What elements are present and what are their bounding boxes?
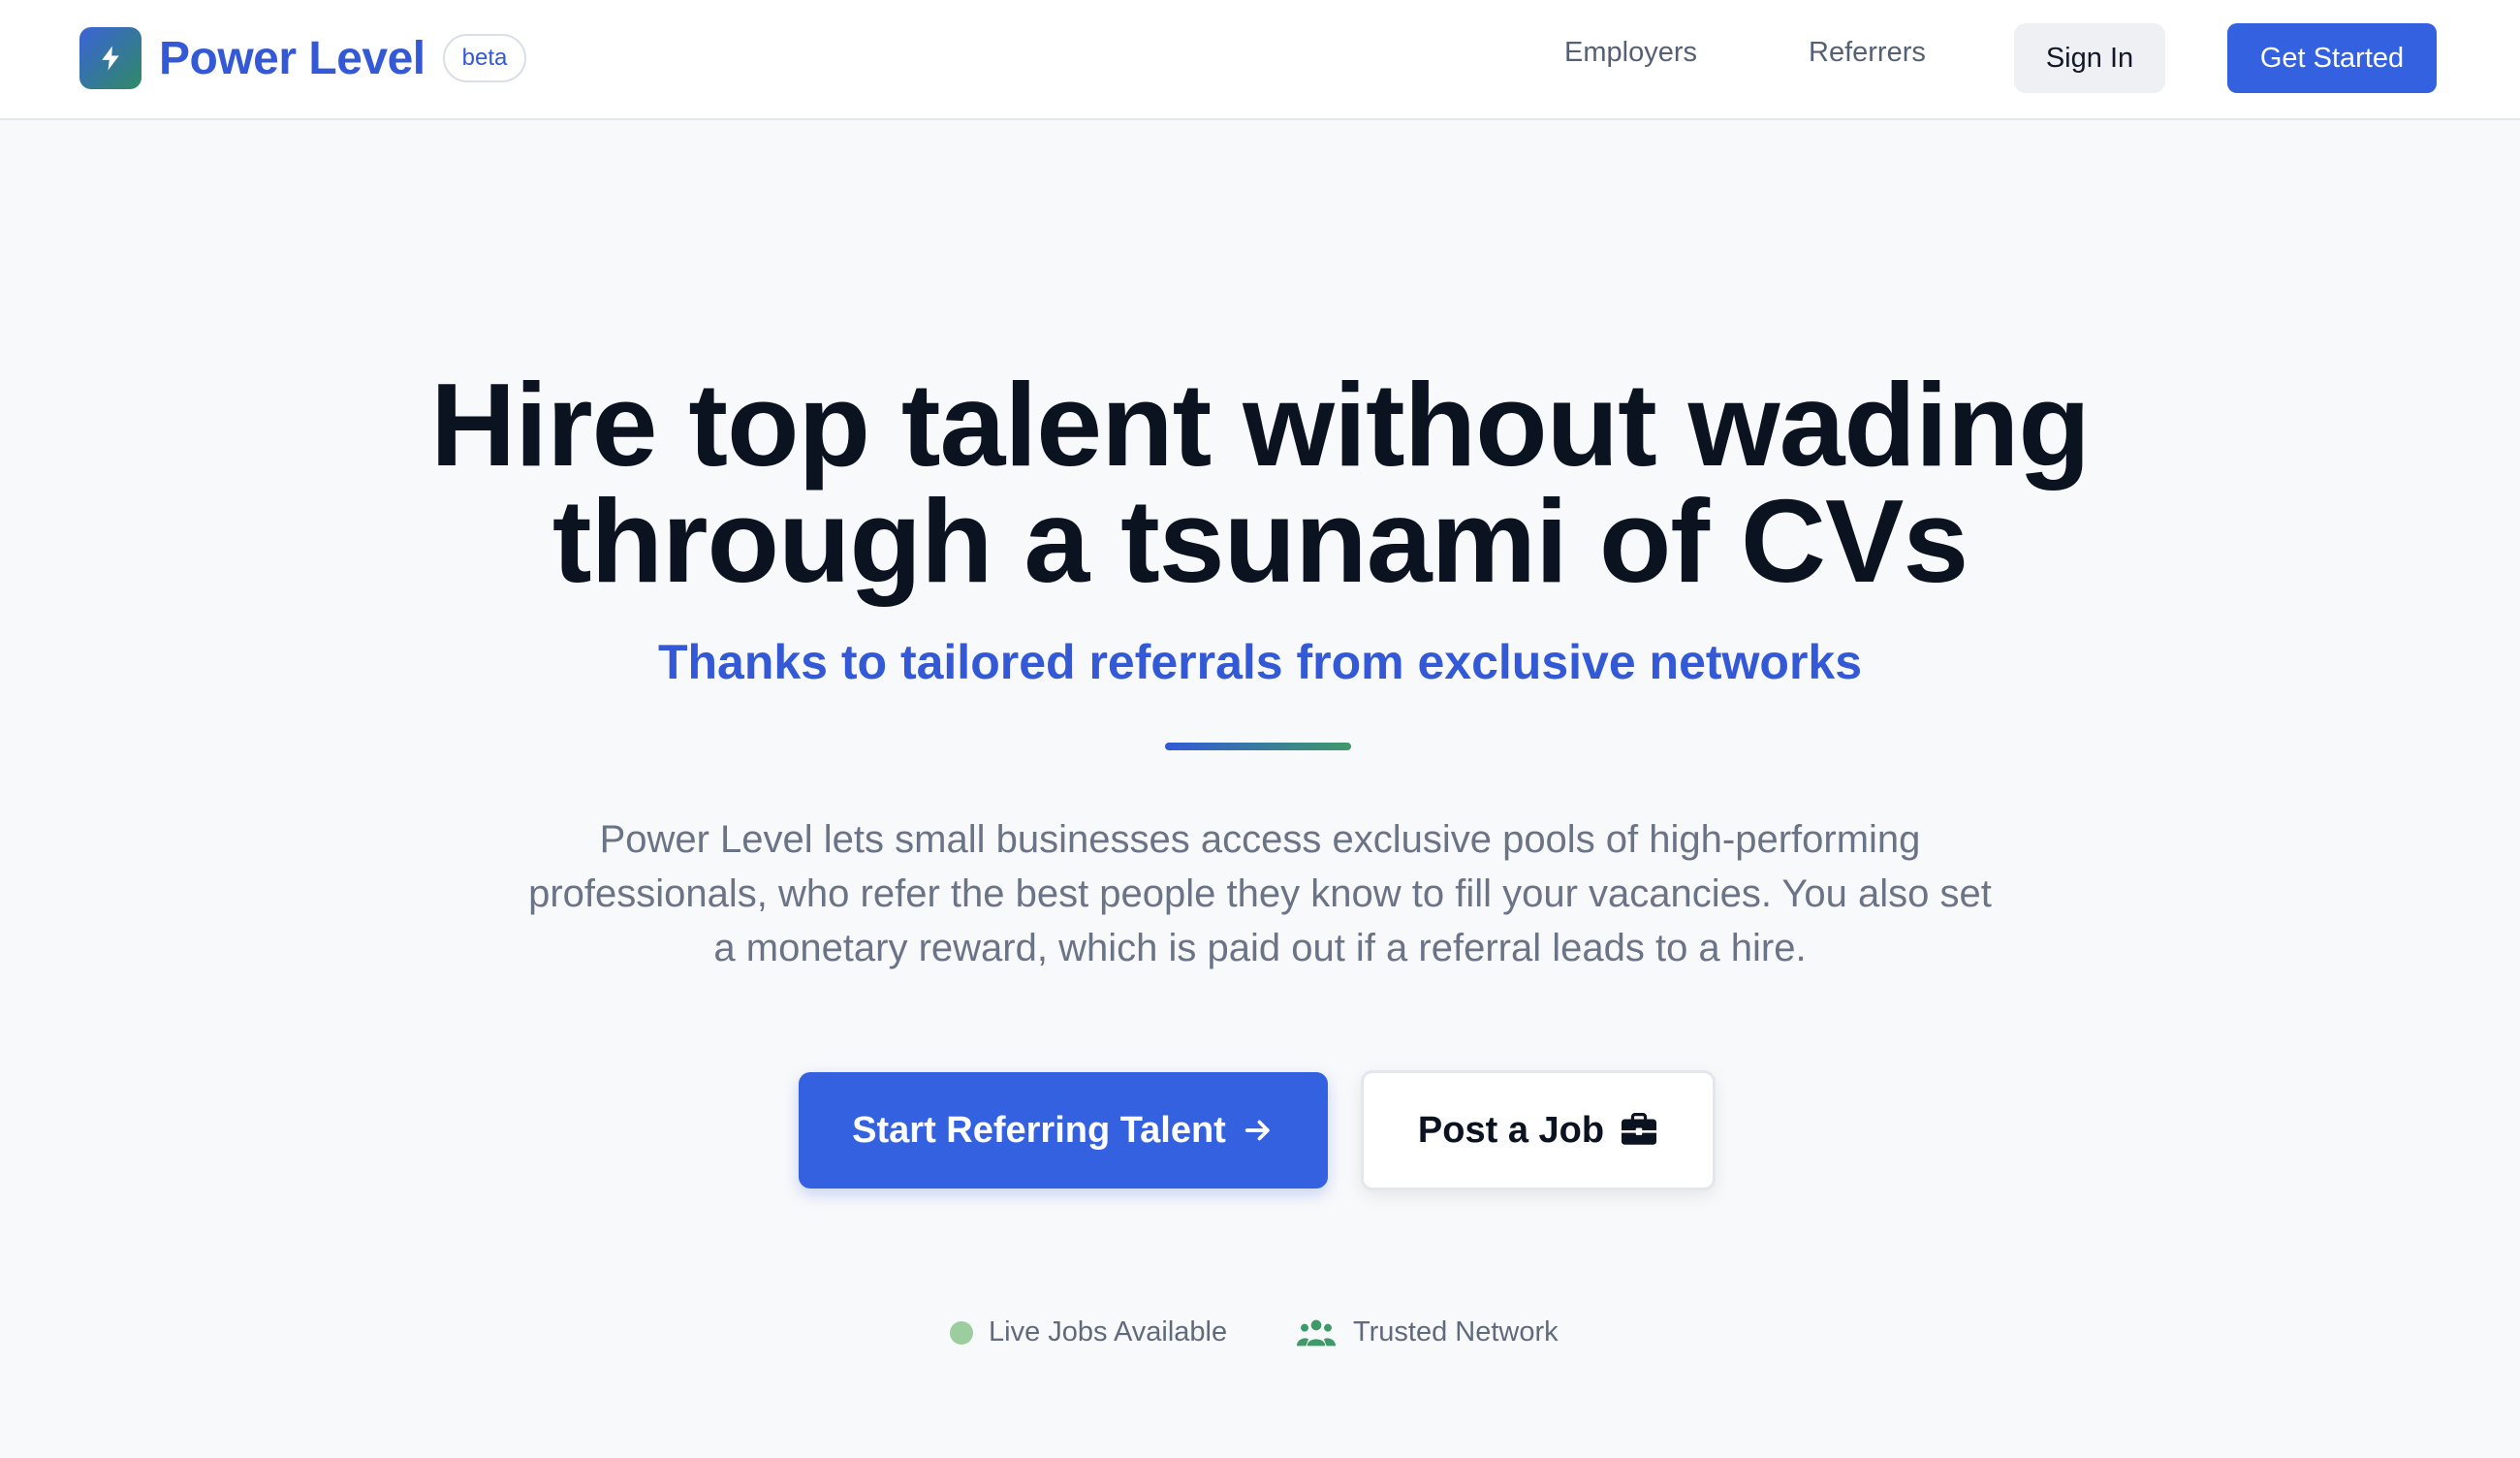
live-jobs-status: Live Jobs Available — [950, 1316, 1227, 1348]
trusted-network-label: Trusted Network — [1353, 1316, 1559, 1347]
arrow-right-icon — [1242, 1114, 1275, 1147]
sign-in-button[interactable]: Sign In — [2014, 23, 2165, 93]
users-icon — [1297, 1319, 1336, 1346]
hero-headline-line-2: through a tsunami of CVs — [551, 475, 1969, 607]
briefcase-icon — [1620, 1113, 1658, 1148]
hero-headline-line-1: Hire top talent without wading — [430, 359, 2091, 491]
get-started-button[interactable]: Get Started — [2227, 23, 2437, 93]
hero-description: Power Level lets small businesses access… — [528, 818, 1992, 969]
nav-link-employers[interactable]: Employers — [1564, 37, 1697, 69]
start-referring-talent-button[interactable]: Start Referring Talent — [799, 1072, 1328, 1189]
hero-subheadline: Thanks to tailored referrals from exclus… — [657, 635, 1863, 689]
live-status-dot-icon — [950, 1320, 973, 1345]
live-jobs-label: Live Jobs Available — [989, 1316, 1228, 1347]
lightning-bolt-icon — [79, 27, 142, 89]
top-navigation-bar: Power Level beta Employers Referrers Sig… — [0, 0, 2520, 120]
gradient-divider — [1165, 743, 1351, 750]
start-referring-talent-label: Start Referring Talent — [852, 1109, 1226, 1151]
nav-link-referrers[interactable]: Referrers — [1809, 37, 1926, 69]
post-a-job-label: Post a Job — [1417, 1109, 1605, 1151]
post-a-job-button[interactable]: Post a Job — [1361, 1070, 1716, 1190]
hero-headline: Hire top talent without wading through a… — [0, 359, 2520, 607]
brand-name: Power Level — [159, 32, 425, 84]
brand[interactable]: Power Level beta — [79, 27, 527, 89]
trusted-network-status: Trusted Network — [1297, 1316, 1559, 1348]
status-indicators: Live Jobs Available Trusted Network — [0, 1316, 2520, 1355]
beta-badge: beta — [442, 34, 527, 82]
